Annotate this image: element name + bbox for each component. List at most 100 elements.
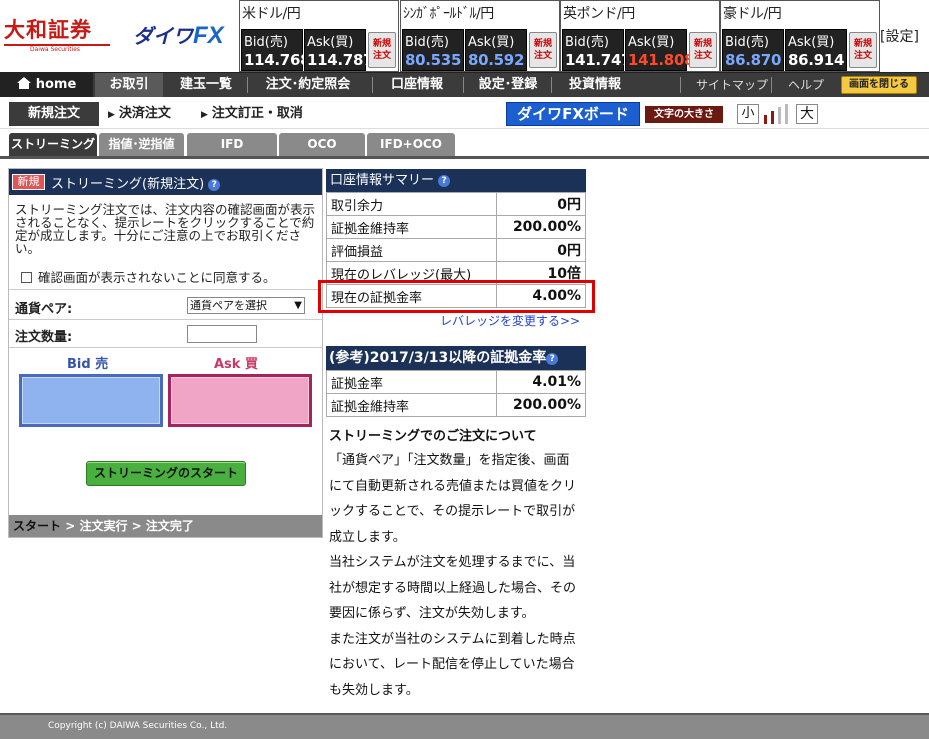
row-label: 証拠金維持率: [326, 393, 497, 417]
nav-account-info[interactable]: 口座情報: [378, 73, 456, 97]
footer: Copyright (c) DAIWA Securities Co., Ltd.: [0, 713, 929, 739]
row-label: 評価損益: [326, 238, 497, 262]
table-row: 評価損益 0円: [326, 238, 586, 262]
row-value: 0円: [496, 192, 586, 216]
bid-rate-button[interactable]: Bid(売) 80.535: [402, 29, 464, 71]
nav-positions[interactable]: 建玉一覧: [168, 73, 244, 97]
row-value: 0円: [496, 238, 586, 262]
nav-help[interactable]: ヘルプ: [788, 73, 824, 97]
ask-rate-button[interactable]: Ask(買) 141.808: [625, 29, 695, 71]
start-streaming-button[interactable]: ストリーミングのスタート: [86, 461, 246, 486]
font-size-bar[interactable]: [778, 107, 781, 124]
rate-panel-sgdjpy: ｼﾝｶﾞﾎﾟｰﾙﾄﾞﾙ/円 Bid(売) 80.535 Ask(買) 80.59…: [400, 0, 560, 72]
rate-panel-gbpjpy: 英ポンド/円 Bid(売) 141.747 Ask(買) 141.808 新規注…: [560, 0, 720, 72]
table-row: 証拠金維持率 200.00%: [326, 393, 586, 417]
new-order-button[interactable]: 新規注文: [689, 32, 717, 68]
agree-checkbox[interactable]: 確認画面が表示されないことに同意する。: [21, 267, 276, 286]
bid-value: 86.870: [725, 51, 782, 69]
daiwa-fx-board-button[interactable]: ダイワFXボード: [506, 102, 640, 126]
ask-label: Ask(買): [468, 35, 515, 50]
ask-value: 80.592: [468, 51, 525, 69]
daiwa-logo[interactable]: 大和証券 Daiwa Securities: [4, 18, 114, 54]
tab-limit-stop[interactable]: 指値･逆指値: [99, 133, 184, 156]
subnav-new-order[interactable]: 新規注文: [9, 102, 99, 126]
bid-label: Bid(売): [244, 35, 288, 50]
help-icon[interactable]: ?: [208, 179, 221, 191]
rate-pair: ｼﾝｶﾞﾎﾟｰﾙﾄﾞﾙ/円: [403, 6, 494, 22]
info-title: ストリーミングでのご注文について: [329, 429, 537, 444]
ask-value: 86.914: [788, 51, 845, 69]
nav-settings[interactable]: 設定･登録: [468, 73, 548, 97]
bid-rate-button[interactable]: Bid(売) 86.870: [722, 29, 784, 71]
new-order-button[interactable]: 新規注文: [849, 32, 877, 68]
rate-pair: 英ポンド/円: [563, 6, 635, 22]
subnav-modify-cancel[interactable]: ▶ 注文訂正・取消: [201, 102, 303, 126]
new-order-button[interactable]: 新規注文: [368, 32, 396, 68]
tab-oco[interactable]: OCO: [279, 133, 365, 156]
ask-rate-button[interactable]: Ask(買) 114.787: [304, 29, 374, 71]
font-size-bar[interactable]: [771, 111, 774, 124]
sub-nav: 新規注文 ▶ 決済注文 ▶ 注文訂正・取消: [0, 97, 929, 129]
currency-pair-select[interactable]: 通貨ペアを選択 ▼: [187, 297, 305, 314]
nav-investment-info[interactable]: 投資情報: [556, 73, 634, 97]
bid-value: 141.747: [565, 51, 632, 69]
bid-label: Bid(売): [405, 35, 449, 50]
ask-rate-button[interactable]: Ask(買) 80.592: [465, 29, 527, 71]
help-icon[interactable]: ?: [438, 175, 451, 187]
nav-sitemap[interactable]: サイトマップ: [696, 73, 768, 97]
bid-label: Bid(売): [725, 35, 769, 50]
nav-torihiki[interactable]: お取引: [95, 73, 163, 97]
row-value: 4.01%: [496, 370, 586, 394]
streaming-notice: ストリーミング注文では、注文内容の確認画面が表示されることなく、提示レートをクリ…: [15, 202, 316, 256]
copyright: Copyright (c) DAIWA Securities Co., Ltd.: [48, 721, 228, 731]
subnav-modify-label: 注文訂正・取消: [211, 106, 303, 121]
font-size-bar[interactable]: [785, 104, 788, 124]
nav-home[interactable]: home: [0, 73, 93, 97]
tab-streaming[interactable]: ストリーミング: [9, 133, 97, 156]
triangle-right-icon: ▶: [108, 110, 115, 120]
ask-label: Ask(買): [628, 35, 675, 50]
row-value: 200.00%: [496, 393, 586, 417]
highlight-box: [318, 280, 595, 313]
new-badge: 新規: [12, 174, 45, 190]
new-order-button[interactable]: 新規注文: [529, 32, 557, 68]
table-row: 証拠金率 4.01%: [326, 370, 586, 394]
nav-home-label: home: [35, 77, 77, 92]
panel-header: 新規 ストリーミング(新規注文) ?: [9, 169, 322, 195]
tab-ifd[interactable]: IFD: [187, 133, 277, 156]
bid-sell-button[interactable]: [19, 374, 163, 427]
tab-ifd-oco[interactable]: IFD+OCO: [367, 133, 455, 156]
logo-suffix: FX: [193, 22, 224, 49]
ask-rate-button[interactable]: Ask(買) 86.914: [785, 29, 847, 71]
table-row: 取引余力 0円: [326, 192, 586, 216]
reference-header: (参考)2017/3/13以降の証拠金率?: [326, 346, 586, 370]
order-steps: スタート > 注文実行 > 注文完了: [9, 515, 322, 537]
table-row: 証拠金維持率 200.00%: [326, 215, 586, 239]
account-summary-header: 口座情報サマリー ?: [326, 169, 586, 192]
step-execute: 注文実行: [79, 519, 128, 533]
bid-rate-button[interactable]: Bid(売) 141.747: [562, 29, 632, 71]
close-window-button[interactable]: 画面を閉じる: [841, 76, 917, 94]
row-value: 200.00%: [496, 215, 586, 239]
ask-buy-label: Ask 買: [214, 357, 258, 372]
settings-link[interactable]: [設定]: [880, 26, 919, 46]
daiwa-fx-logo[interactable]: ダイワFX: [133, 22, 225, 50]
checkbox-icon[interactable]: [21, 272, 32, 283]
font-small-button[interactable]: 小: [737, 104, 759, 124]
chevron-down-icon: ▼: [294, 300, 302, 311]
main-nav: home お取引 建玉一覧 注文･約定照会 口座情報 設定･登録 投資情報 サイ…: [0, 72, 929, 97]
bid-rate-button[interactable]: Bid(売) 114.768: [241, 29, 311, 71]
row-label: 証拠金率: [326, 370, 497, 394]
order-type-tabs: ストリーミング 指値･逆指値 IFD OCO IFD+OCO: [0, 133, 929, 159]
order-quantity-input[interactable]: [187, 325, 257, 343]
nav-order-inquiry[interactable]: 注文･約定照会: [252, 73, 364, 97]
row-label: 取引余力: [326, 192, 497, 216]
rate-pair: 豪ドル/円: [723, 6, 782, 22]
font-large-button[interactable]: 大: [796, 104, 818, 124]
ask-buy-button[interactable]: [168, 374, 312, 427]
subnav-settle-order[interactable]: ▶ 決済注文: [108, 102, 171, 126]
font-size-bar[interactable]: [764, 115, 767, 124]
brand-jp: 大和証券: [4, 17, 92, 42]
change-leverage-link[interactable]: レバレッジを変更する>>: [440, 312, 580, 329]
help-icon[interactable]: ?: [546, 353, 559, 365]
